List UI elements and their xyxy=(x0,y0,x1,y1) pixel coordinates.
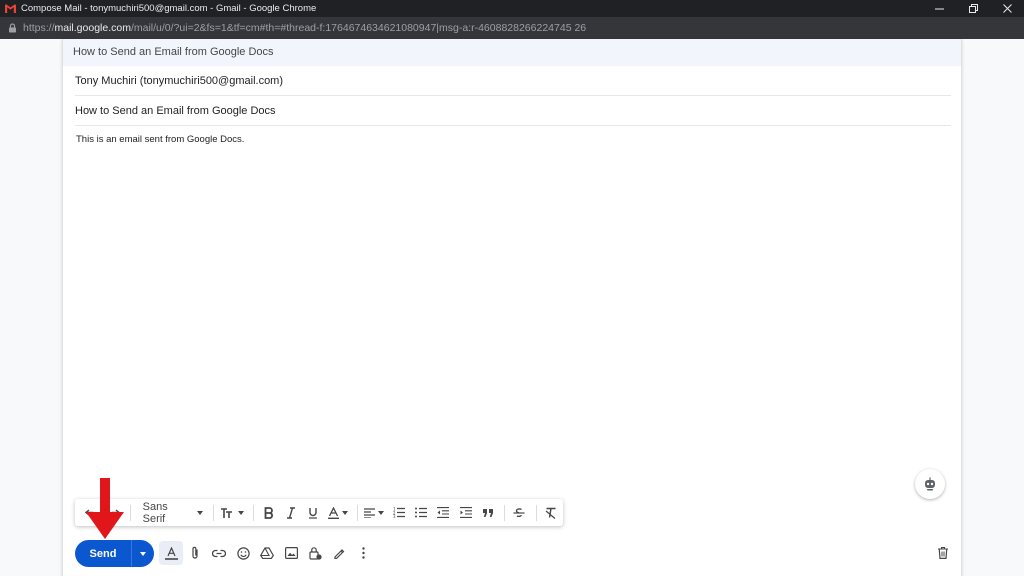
formatting-toolbar: Sans Serif 1 2 3 xyxy=(75,499,563,526)
assistant-button[interactable] xyxy=(915,469,945,499)
align-icon xyxy=(364,507,376,518)
remove-formatting-button[interactable] xyxy=(541,502,561,524)
italic-icon xyxy=(286,506,295,519)
font-family-select[interactable]: Sans Serif xyxy=(135,501,210,525)
indent-more-icon xyxy=(459,507,472,518)
font-family-label: Sans Serif xyxy=(142,500,168,525)
align-button[interactable] xyxy=(362,502,387,524)
chevron-down-icon xyxy=(140,551,146,556)
italic-button[interactable] xyxy=(281,502,301,524)
insert-photo-button[interactable] xyxy=(279,541,303,565)
toolbar-divider xyxy=(213,504,215,521)
text-color-button[interactable] xyxy=(325,502,350,524)
window-title-bar: Compose Mail - tonymuchiri500@gmail.com … xyxy=(0,0,1024,17)
more-options-icon xyxy=(361,547,365,559)
quote-button[interactable] xyxy=(478,502,498,524)
send-button-group: Send xyxy=(75,540,154,567)
address-bar[interactable]: https://mail.google.com/mail/u/0/?ui=2&f… xyxy=(0,17,1024,39)
numbered-list-icon: 123 xyxy=(393,507,405,518)
chevron-down-icon xyxy=(238,510,245,515)
compose-window: How to Send an Email from Google Docs To… xyxy=(62,39,962,576)
numbered-list-button[interactable]: 123 xyxy=(389,502,409,524)
window-title: Compose Mail - tonymuchiri500@gmail.com … xyxy=(21,3,317,14)
bulleted-list-icon xyxy=(415,507,428,518)
bold-icon xyxy=(264,506,273,519)
strikethrough-icon xyxy=(513,507,525,517)
close-icon xyxy=(1002,4,1012,13)
bold-button[interactable] xyxy=(258,502,278,524)
formatting-options-button[interactable] xyxy=(159,541,183,565)
gmail-logo-icon xyxy=(5,4,16,13)
toolbar-divider xyxy=(356,504,358,521)
remove-formatting-icon xyxy=(545,507,556,519)
emoji-icon xyxy=(236,546,250,560)
drive-icon xyxy=(260,547,274,559)
minimize-icon xyxy=(934,8,944,10)
bulleted-list-button[interactable] xyxy=(411,502,431,524)
lock-icon xyxy=(9,23,16,33)
compose-header-title: How to Send an Email from Google Docs xyxy=(63,39,961,66)
indent-more-button[interactable] xyxy=(456,502,476,524)
indent-less-icon xyxy=(437,507,450,518)
toolbar-divider xyxy=(253,504,255,521)
strikethrough-button[interactable] xyxy=(509,502,529,524)
trash-icon xyxy=(938,547,948,559)
insert-emoji-button[interactable] xyxy=(231,541,255,565)
font-size-button[interactable] xyxy=(218,502,247,524)
svg-text:3: 3 xyxy=(393,514,396,518)
insert-link-button[interactable] xyxy=(207,541,231,565)
underline-button[interactable] xyxy=(303,502,323,524)
confidential-icon xyxy=(308,547,322,560)
photo-icon xyxy=(284,547,298,559)
insert-signature-button[interactable] xyxy=(327,541,351,565)
compose-actions-bar xyxy=(159,541,375,565)
more-options-button[interactable] xyxy=(351,541,375,565)
toolbar-divider xyxy=(504,504,506,521)
chevron-down-icon xyxy=(197,510,204,515)
page-canvas: How to Send an Email from Google Docs To… xyxy=(0,39,1024,576)
confidential-mode-button[interactable] xyxy=(303,541,327,565)
toolbar-divider xyxy=(535,504,537,521)
send-button[interactable]: Send xyxy=(75,540,131,567)
font-size-icon xyxy=(221,507,233,518)
url-scheme: https:// xyxy=(23,22,55,34)
insert-drive-button[interactable] xyxy=(255,541,279,565)
quote-icon xyxy=(482,508,493,517)
text-color-icon xyxy=(327,506,339,519)
underline-icon xyxy=(309,507,318,519)
robot-icon xyxy=(925,477,935,491)
schedule-send-button[interactable] xyxy=(131,540,154,567)
minimize-button[interactable] xyxy=(922,0,956,17)
close-button[interactable] xyxy=(990,0,1024,17)
discard-draft-button[interactable] xyxy=(931,541,955,565)
subject-field[interactable]: How to Send an Email from Google Docs xyxy=(75,96,951,126)
to-field[interactable]: Tony Muchiri (tonymuchiri500@gmail.com) xyxy=(75,66,951,96)
link-icon xyxy=(212,549,226,557)
formatting-options-icon xyxy=(164,546,178,560)
message-body[interactable]: This is an email sent from Google Docs. xyxy=(76,134,244,145)
arrow-down-icon xyxy=(86,478,124,539)
chevron-down-icon xyxy=(341,510,348,515)
restore-button[interactable] xyxy=(956,0,990,17)
signature-icon xyxy=(334,549,345,559)
toolbar-divider xyxy=(129,504,131,521)
url-path: /mail/u/0/?ui=2&fs=1&tf=cm#th=#thread-f:… xyxy=(130,22,587,34)
url-host: mail.google.com xyxy=(54,22,131,34)
attach-icon xyxy=(192,546,198,559)
attach-button[interactable] xyxy=(183,541,207,565)
restore-icon xyxy=(968,4,978,13)
indent-less-button[interactable] xyxy=(433,502,453,524)
chevron-down-icon xyxy=(378,510,385,515)
